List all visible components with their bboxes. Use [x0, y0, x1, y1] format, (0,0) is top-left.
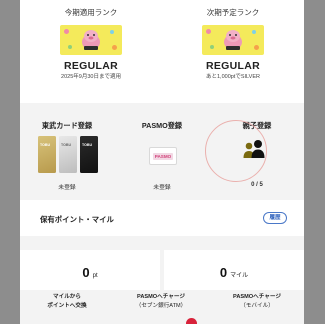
- family-highlight-ring: [205, 120, 267, 182]
- pasmo-card-image: PASMO: [149, 147, 177, 165]
- action-sublabel: （モバイル）: [240, 302, 274, 309]
- point-value: 0: [82, 265, 90, 280]
- current-rank-card-image: [60, 25, 122, 55]
- current-rank-name: REGULAR: [63, 60, 118, 72]
- exchange-miles-to-points-button[interactable]: マイルから ポイントへ交換: [20, 293, 114, 310]
- rank-section: 今期適用ランク REGULAR 2025年9月30日まで適用 次期予定ランク R…: [20, 0, 304, 103]
- history-button[interactable]: 履歴: [263, 212, 287, 224]
- family-count: 0 / 5: [251, 182, 263, 188]
- current-rank: 今期適用ランク REGULAR 2025年9月30日まで適用: [20, 8, 162, 81]
- action-sublabel: （セブン銀行ATM）: [135, 302, 187, 309]
- app-screen: 今期適用ランク REGULAR 2025年9月30日まで適用 次期予定ランク R…: [20, 0, 304, 324]
- tobu-card-title: 東武カード登録: [41, 121, 93, 130]
- pasmo-status: 未登録: [153, 185, 171, 191]
- pasmo-logo: PASMO: [153, 153, 173, 160]
- notification-badge: [186, 318, 197, 324]
- action-label: PASMOへチャージ: [233, 294, 281, 300]
- next-rank-note: あと1,000ptでSILVER: [205, 74, 260, 80]
- pasmo-charge-mobile-button[interactable]: PASMOへチャージ （モバイル）: [210, 293, 304, 310]
- tobu-card-registration[interactable]: 東武カード登録 TOBU TOBU TOBU 未登録: [20, 103, 114, 200]
- mile-value: 0: [219, 265, 228, 280]
- mile-unit: マイル: [230, 273, 249, 279]
- action-label: ポイントへ交換: [47, 302, 87, 309]
- next-rank-name: REGULAR: [205, 60, 260, 72]
- next-rank: 次期予定ランク REGULAR あと1,000ptでSILVER: [162, 8, 304, 81]
- next-rank-title: 次期予定ランク: [206, 8, 260, 17]
- mascot-icon: [82, 30, 100, 50]
- gold-card-image: TOBU: [38, 136, 56, 173]
- next-rank-card-image: [202, 25, 264, 55]
- point-balance-box: 0 pt: [20, 250, 160, 290]
- pasmo-charge-atm-button[interactable]: PASMOへチャージ （セブン銀行ATM）: [114, 293, 208, 310]
- pasmo-title: PASMO登録: [141, 121, 183, 130]
- points-header: 保有ポイント・マイル 履歴: [20, 200, 304, 236]
- point-unit: pt: [92, 273, 98, 279]
- action-label: マイルから: [53, 294, 81, 300]
- silver-card-image: TOBU: [59, 136, 77, 173]
- action-label: PASMOへチャージ: [137, 294, 185, 300]
- tobu-card-status: 未登録: [58, 185, 76, 191]
- mascot-icon: [224, 30, 242, 50]
- pasmo-registration[interactable]: PASMO登録 PASMO 未登録: [114, 103, 210, 200]
- black-card-image: TOBU: [80, 136, 98, 173]
- mile-balance-box: 0 マイル: [164, 250, 304, 290]
- current-rank-note: 2025年9月30日まで適用: [61, 74, 121, 80]
- points-body: 0 pt 0 マイル マイルから ポイントへ交換 PASMOへチャージ （セブン銀行…: [20, 236, 304, 324]
- current-rank-title: 今期適用ランク: [64, 8, 118, 17]
- points-title: 保有ポイント・マイル: [40, 215, 114, 224]
